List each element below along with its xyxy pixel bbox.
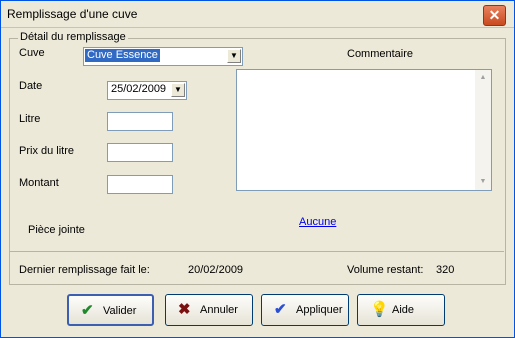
appliquer-button[interactable]: ✔ Appliquer [261,294,349,326]
chevron-down-icon[interactable]: ▼ [171,83,185,97]
close-icon: ✕ [488,7,501,23]
cuve-label: Cuve [19,47,45,59]
aide-label: Aide [392,304,415,316]
date-picker-value: 25/02/2009 [111,83,167,95]
commentaire-textarea[interactable]: ▲ ▼ [236,69,492,191]
chevron-down-icon[interactable]: ▼ [227,49,241,63]
dernier-remplissage-value: 20/02/2009 [188,264,244,276]
cross-icon: ✖ [178,301,191,318]
prix-label: Prix du litre [19,145,75,157]
litre-input[interactable] [107,112,173,131]
litre-label: Litre [19,113,41,125]
volume-restant-label: Volume restant: [347,264,424,276]
cuve-select-value: Cuve Essence [85,49,160,62]
group-legend: Détail du remplissage [18,31,128,43]
volume-restant-value: 320 [436,264,455,276]
montant-label: Montant [19,177,59,189]
annuler-button[interactable]: ✖ Annuler [165,294,253,326]
title-bar[interactable]: Remplissage d'une cuve ✕ [1,1,514,28]
status-divider [10,251,504,252]
close-button[interactable]: ✕ [483,5,506,26]
dernier-remplissage-label: Dernier remplissage fait le: [19,264,150,276]
date-picker[interactable]: 25/02/2009 ▼ [107,81,187,100]
aide-button[interactable]: 💡 Aide [357,294,445,326]
commentaire-label: Commentaire [347,48,414,60]
lightbulb-icon: 💡 [370,301,389,318]
scroll-down-icon[interactable]: ▼ [475,174,491,190]
montant-input[interactable] [107,175,173,194]
prix-input[interactable] [107,143,173,162]
cuve-select[interactable]: Cuve Essence ▼ [83,47,243,66]
window-title: Remplissage d'une cuve [7,7,138,21]
valider-button[interactable]: ✔ Valider [67,294,154,326]
check-icon: ✔ [274,301,287,318]
piece-jointe-label: Pièce jointe [28,224,85,236]
appliquer-label: Appliquer [296,304,343,316]
vertical-scrollbar[interactable]: ▲ ▼ [475,70,491,190]
date-label: Date [19,80,43,92]
valider-label: Valider [103,305,137,317]
annuler-label: Annuler [200,304,238,316]
piece-jointe-link[interactable]: Aucune [299,216,336,228]
scroll-up-icon[interactable]: ▲ [475,70,491,86]
check-icon: ✔ [81,302,94,319]
